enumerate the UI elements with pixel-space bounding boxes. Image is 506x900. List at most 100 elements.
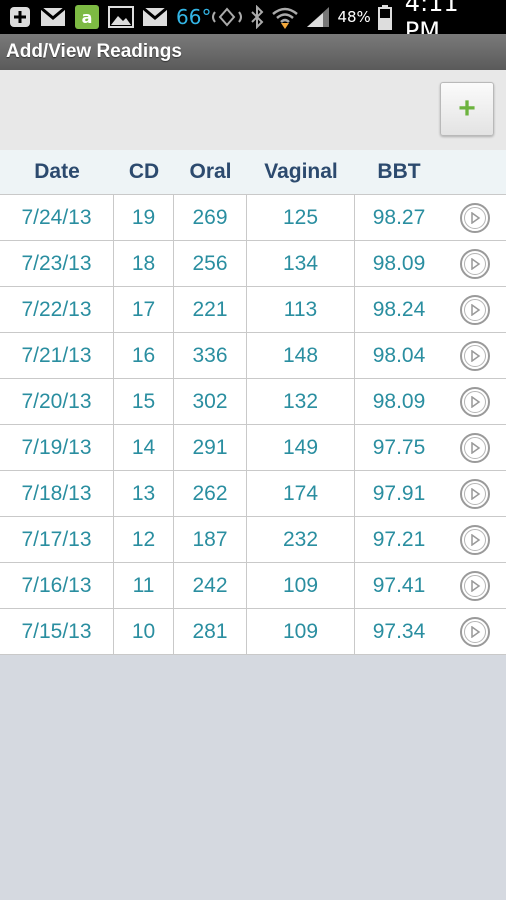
battery-percent: 48% (337, 8, 371, 26)
row-action (443, 287, 506, 332)
cell-bbt: 98.09 (372, 251, 426, 275)
cell-date: 7/16/13 (0, 563, 114, 608)
add-icon (8, 5, 32, 29)
cell-bbt: 97.41 (372, 573, 426, 597)
wifi-icon (271, 5, 299, 29)
play-icon[interactable] (459, 478, 490, 509)
cell-oral: 291 (174, 425, 247, 470)
cell-bbt: 97.91 (372, 481, 426, 505)
cell-vaginal: 232 (247, 517, 355, 562)
cell-cd: 15 (114, 379, 174, 424)
cell-vaginal: 125 (247, 195, 355, 240)
table-row[interactable]: 7/20/13 15 302 132 98.09 (0, 379, 506, 425)
gmail-icon (142, 6, 168, 28)
cell-cd: 10 (114, 609, 174, 654)
cell-oral: 256 (174, 241, 247, 286)
cell-cd: 14 (114, 425, 174, 470)
cell-oral: 336 (174, 333, 247, 378)
cell-bbt: 97.34 (372, 619, 426, 643)
cell-cd: 11 (114, 563, 174, 608)
cell-date: 7/23/13 (0, 241, 114, 286)
table-row[interactable]: 7/17/13 12 187 232 97.21 (0, 517, 506, 563)
cell-vaginal: 132 (247, 379, 355, 424)
cell-vaginal: 148 (247, 333, 355, 378)
table-row[interactable]: 7/18/13 13 262 174 97.91 (0, 471, 506, 517)
cell-cd: 19 (114, 195, 174, 240)
cell-date: 7/24/13 (0, 195, 114, 240)
battery-icon (377, 4, 393, 30)
status-bar: a 66° 48% 4:11 PM (0, 0, 506, 45)
cell-cd: 16 (114, 333, 174, 378)
cell-vaginal: 149 (247, 425, 355, 470)
play-icon[interactable] (459, 340, 490, 371)
cell-oral: 187 (174, 517, 247, 562)
cell-date: 7/15/13 (0, 609, 114, 654)
row-action (443, 195, 506, 240)
cell-vaginal: 174 (247, 471, 355, 516)
row-action (443, 563, 506, 608)
cell-bbt: 98.27 (372, 205, 426, 229)
svg-text:a: a (82, 8, 93, 27)
play-icon[interactable] (459, 248, 490, 279)
cell-vaginal: 109 (247, 609, 355, 654)
play-icon[interactable] (459, 294, 490, 325)
row-action (443, 241, 506, 286)
title-bar: Add/View Readings (0, 34, 506, 70)
table-row[interactable]: 7/16/13 11 242 109 97.41 (0, 563, 506, 609)
cell-date: 7/20/13 (0, 379, 114, 424)
header-vaginal: Vaginal (264, 160, 338, 183)
cell-oral: 281 (174, 609, 247, 654)
cell-oral: 269 (174, 195, 247, 240)
play-icon[interactable] (459, 386, 490, 417)
play-icon[interactable] (459, 524, 490, 555)
table-row[interactable]: 7/22/13 17 221 113 98.24 (0, 287, 506, 333)
add-reading-button[interactable]: + (440, 82, 494, 136)
table-row[interactable]: 7/15/13 10 281 109 97.34 (0, 609, 506, 655)
gmail-icon (40, 6, 66, 28)
row-action (443, 517, 506, 562)
amazon-appstore-icon: a (74, 4, 100, 30)
gallery-icon (108, 6, 134, 28)
cell-cd: 12 (114, 517, 174, 562)
row-action (443, 471, 506, 516)
play-icon[interactable] (459, 432, 490, 463)
sync-icon (211, 6, 243, 28)
header-bbt: BBT (377, 160, 421, 183)
table-row[interactable]: 7/24/13 19 269 125 98.27 (0, 195, 506, 241)
cell-cd: 13 (114, 471, 174, 516)
row-action (443, 609, 506, 654)
cell-cd: 17 (114, 287, 174, 332)
play-icon[interactable] (459, 616, 490, 647)
cell-vaginal: 113 (247, 287, 355, 332)
cell-bbt: 98.09 (372, 389, 426, 413)
page-title: Add/View Readings (6, 41, 182, 62)
row-action (443, 425, 506, 470)
cell-date: 7/18/13 (0, 471, 114, 516)
header-cd: CD (128, 160, 160, 183)
table-row[interactable]: 7/19/13 14 291 149 97.75 (0, 425, 506, 471)
cell-oral: 262 (174, 471, 247, 516)
cell-vaginal: 109 (247, 563, 355, 608)
header-oral: Oral (189, 160, 232, 183)
temperature-label: 66° (176, 5, 212, 29)
cell-bbt: 97.21 (372, 527, 426, 551)
table-row[interactable]: 7/23/13 18 256 134 98.09 (0, 241, 506, 287)
header-date: Date (34, 160, 80, 183)
table-header: Date CD Oral Vaginal BBT (0, 150, 506, 195)
table-row[interactable]: 7/21/13 16 336 148 98.04 (0, 333, 506, 379)
toolbar: + (0, 70, 506, 150)
cell-bbt: 97.75 (372, 435, 426, 459)
cell-oral: 221 (174, 287, 247, 332)
cell-bbt: 98.04 (372, 343, 426, 367)
play-icon[interactable] (459, 570, 490, 601)
cell-date: 7/22/13 (0, 287, 114, 332)
signal-icon (305, 5, 331, 29)
play-icon[interactable] (459, 202, 490, 233)
cell-date: 7/19/13 (0, 425, 114, 470)
cell-vaginal: 134 (247, 241, 355, 286)
row-action (443, 333, 506, 378)
cell-oral: 302 (174, 379, 247, 424)
plus-icon: + (458, 92, 476, 125)
bluetooth-icon (249, 5, 265, 29)
cell-date: 7/17/13 (0, 517, 114, 562)
